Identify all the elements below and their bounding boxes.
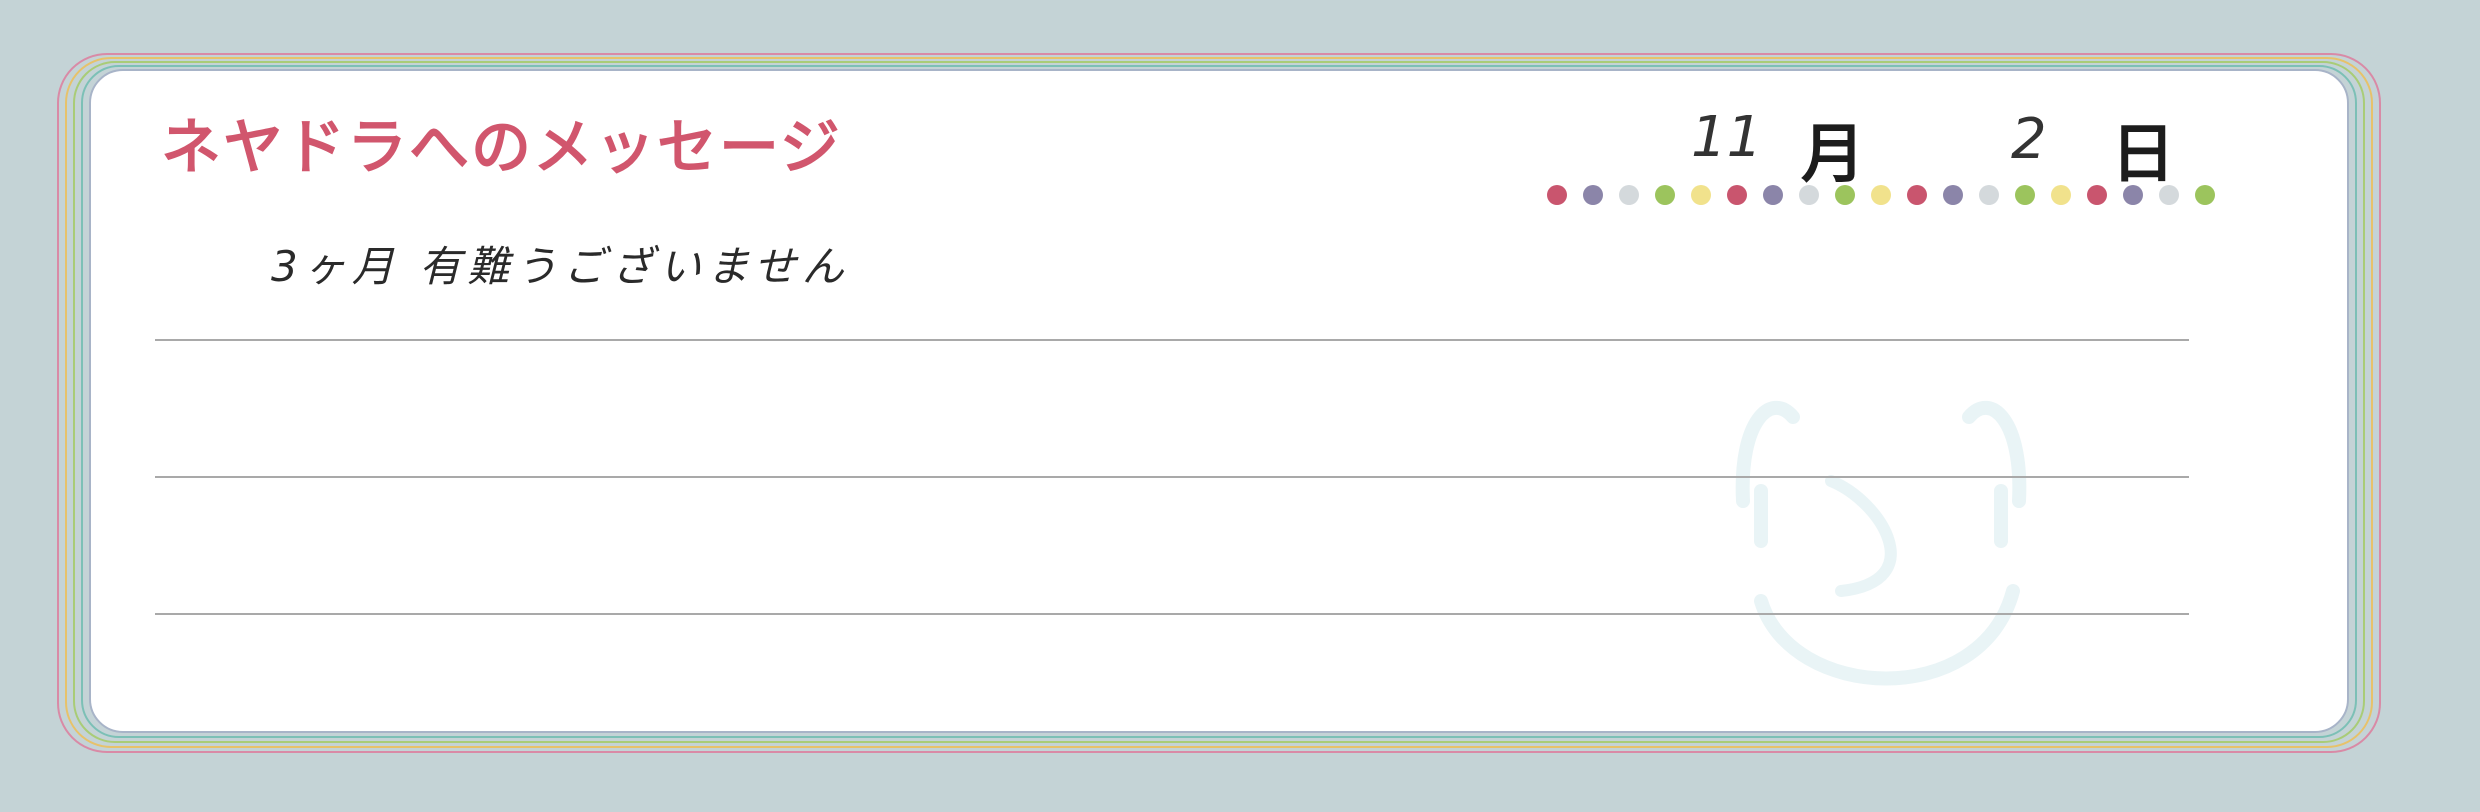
ruled-line: [155, 339, 2189, 341]
date-field: 11 月 2 日: [1671, 101, 2231, 192]
decorative-dot: [1655, 185, 1675, 205]
decorative-dot: [1763, 185, 1783, 205]
decorative-dot: [1907, 185, 1927, 205]
decorative-dot: [1835, 185, 1855, 205]
date-day-value: 2: [2011, 107, 2047, 172]
date-month-value: 11: [1691, 105, 1763, 170]
decorative-dot: [1547, 185, 1567, 205]
decorative-dot: [1691, 185, 1711, 205]
decorative-dot: [1943, 185, 1963, 205]
ruled-line: [155, 476, 2189, 478]
ruled-line: [155, 613, 2189, 615]
decorative-dot: [1619, 185, 1639, 205]
decorative-dot-row: [1547, 185, 2247, 207]
handwritten-message: 3ヶ月 有難うございません: [271, 242, 850, 291]
decorative-dot: [2087, 185, 2107, 205]
decorative-dot: [2051, 185, 2071, 205]
decorative-dot: [1979, 185, 1999, 205]
decorative-dot: [2159, 185, 2179, 205]
smiley-face-icon: [1735, 400, 2027, 686]
decorative-dot: [1583, 185, 1603, 205]
decorative-dot: [2123, 185, 2143, 205]
decorative-dot: [2015, 185, 2035, 205]
decorative-dot: [1727, 185, 1747, 205]
decorative-dot: [1871, 185, 1891, 205]
date-month-label: 月: [1801, 118, 1865, 192]
message-card: ネヤドラへのメッセージ 11 月 2 日 3ヶ月 有難うございません: [89, 69, 2349, 733]
decorative-dot: [2195, 185, 2215, 205]
decorative-dot: [1799, 185, 1819, 205]
date-day-label: 日: [2111, 118, 2175, 192]
form-title: ネヤドラへのメッセージ: [161, 113, 842, 183]
